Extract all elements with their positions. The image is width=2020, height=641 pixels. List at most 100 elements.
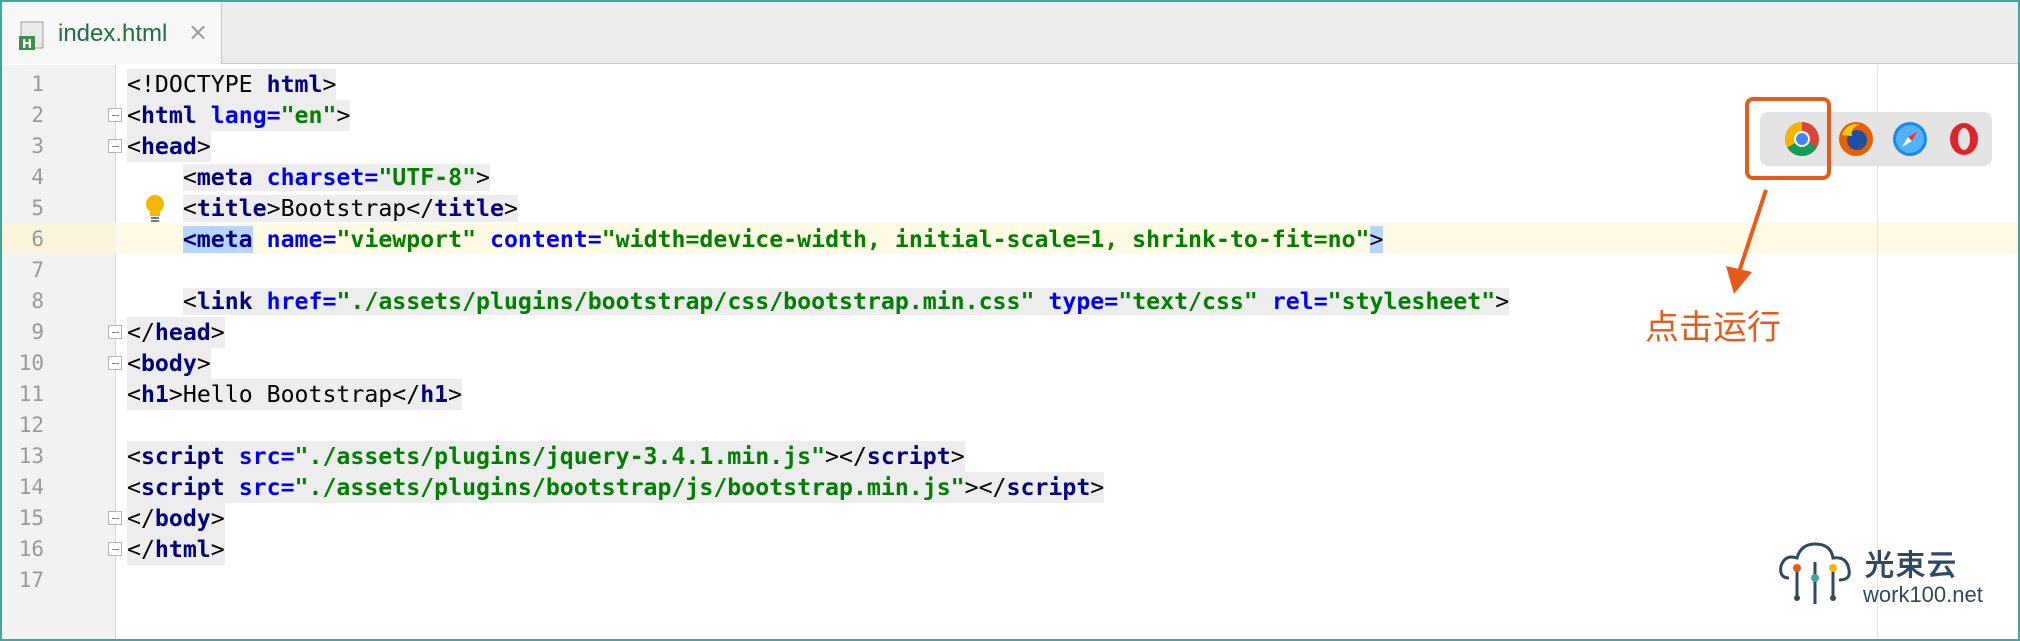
code-token: </ <box>127 505 155 532</box>
fold-toggle-icon[interactable] <box>108 139 122 153</box>
code-token: > <box>503 195 518 222</box>
code-line-8: <link href="./assets/plugins/bootstrap/c… <box>127 286 1510 317</box>
code-line-13: <script src="./assets/plugins/jquery-3.4… <box>127 441 965 472</box>
code-token: html <box>140 102 197 129</box>
line-number: 17 <box>18 568 44 592</box>
code-token: </ <box>406 195 435 222</box>
code-line-5: <title>Bootstrap</title> <box>127 193 518 224</box>
code-token: > <box>950 443 965 470</box>
tab-index-html[interactable]: H index.html × <box>2 2 222 64</box>
code-token: type= <box>1048 288 1119 315</box>
code-line-6: <meta name="viewport" content="width=dev… <box>127 224 1384 255</box>
code-token: > <box>322 71 337 98</box>
code-token: script <box>866 443 951 470</box>
code-token: meta <box>196 164 253 191</box>
code-token: < <box>182 164 197 191</box>
code-token: > <box>448 381 463 408</box>
code-token: > <box>196 350 211 377</box>
code-token: < <box>127 133 141 160</box>
code-token: head <box>154 319 211 346</box>
code-token: link <box>196 288 253 315</box>
code-line-14: <script src="./assets/plugins/bootstrap/… <box>127 472 1105 503</box>
watermark-brand-name: 光束云 <box>1865 548 1959 582</box>
fold-toggle-icon[interactable] <box>108 108 122 122</box>
line-number: 8 <box>31 289 44 313</box>
fold-toggle-icon[interactable] <box>108 325 122 339</box>
code-token: Hello Bootstrap <box>182 381 393 408</box>
code-token: html <box>154 536 211 563</box>
code-token: charset= <box>266 164 379 191</box>
code-token: > <box>210 505 225 532</box>
code-token: < <box>127 443 141 470</box>
code-token: < <box>127 350 141 377</box>
code-line-3: <head> <box>127 131 211 162</box>
line-number: 1 <box>31 72 44 96</box>
line-number: 3 <box>31 134 44 158</box>
code-line-16: </html> <box>127 534 225 565</box>
code-line-11: <h1>Hello Bootstrap</h1> <box>127 379 463 410</box>
line-number: 16 <box>18 537 44 561</box>
safari-icon[interactable] <box>1890 119 1930 159</box>
line-number: 12 <box>18 413 44 437</box>
opera-icon[interactable] <box>1944 119 1984 159</box>
fold-toggle-icon[interactable] <box>108 542 122 556</box>
code-token: body <box>140 350 197 377</box>
code-token: src= <box>238 474 295 501</box>
line-number: 9 <box>31 320 44 344</box>
code-token: title <box>434 195 504 222</box>
code-token: < <box>182 195 197 222</box>
firefox-icon[interactable] <box>1836 119 1876 159</box>
line-number: 11 <box>18 382 44 406</box>
code-token: ></ <box>964 474 1007 501</box>
code-token: > <box>196 133 211 160</box>
code-token: < <box>127 381 141 408</box>
code-token: "./assets/plugins/bootstrap/js/bootstrap… <box>294 474 965 501</box>
code-token: script <box>140 443 225 470</box>
code-line-15: </body> <box>127 503 225 534</box>
code-token: "UTF-8" <box>378 164 477 191</box>
code-token: </ <box>127 536 155 563</box>
code-token: </ <box>392 381 421 408</box>
code-token: > <box>168 381 183 408</box>
code-token: > <box>1495 288 1510 315</box>
code-token: title <box>196 195 267 222</box>
line-number: 6 <box>31 227 44 251</box>
code-token: head <box>140 133 197 160</box>
svg-text:H: H <box>22 37 32 51</box>
line-number: 2 <box>31 103 44 127</box>
code-token: "width=device-width, initial-scale=1, sh… <box>601 226 1370 253</box>
tab-close-icon[interactable]: × <box>188 18 208 46</box>
line-number: 10 <box>18 351 44 375</box>
code-token: lang= <box>210 102 281 129</box>
code-token-selected: <meta <box>182 226 253 253</box>
tab-bar: H index.html × <box>2 2 2018 64</box>
code-token: < <box>182 288 197 315</box>
annotation-arrow-icon <box>1726 189 1768 294</box>
code-token: "./assets/plugins/jquery-3.4.1.min.js" <box>294 443 826 470</box>
code-token: html <box>266 71 323 98</box>
code-token: "stylesheet" <box>1327 288 1496 315</box>
code-token: h1 <box>140 381 169 408</box>
code-line-4: <meta charset="UTF-8"> <box>127 162 491 193</box>
code-token: <!DOCTYPE <box>127 71 267 98</box>
code-line-9: </head> <box>127 317 225 348</box>
code-token: "viewport" <box>336 226 477 253</box>
fold-toggle-icon[interactable] <box>108 511 122 525</box>
code-token: src= <box>238 443 295 470</box>
watermark-url: work100.net <box>1863 582 1983 607</box>
code-token: > <box>210 319 225 346</box>
code-token: > <box>210 536 225 563</box>
fold-toggle-icon[interactable] <box>108 356 122 370</box>
code-token: Bootstrap <box>280 195 407 222</box>
html-file-icon: H <box>19 21 44 51</box>
code-token: < <box>127 474 141 501</box>
code-token: > <box>476 164 491 191</box>
code-token: name= <box>266 226 337 253</box>
